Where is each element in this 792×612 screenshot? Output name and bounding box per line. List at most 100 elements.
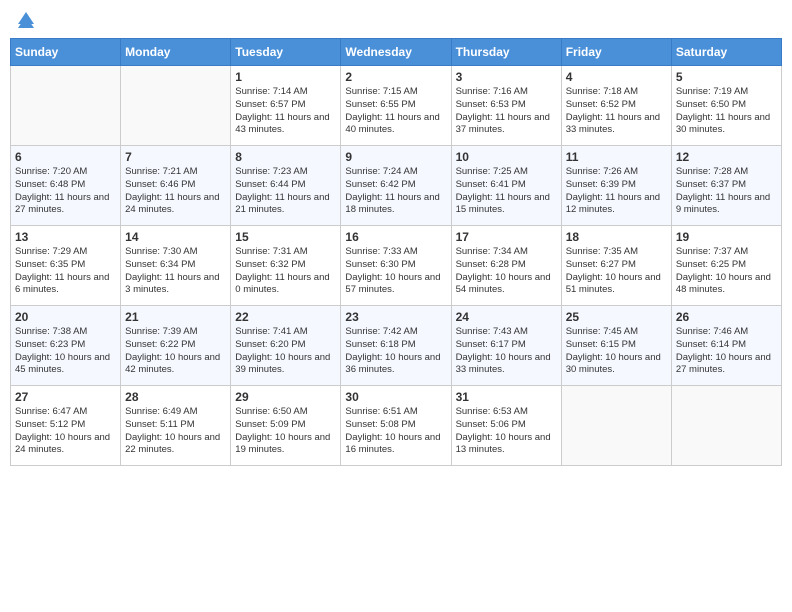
cell-sun-info: Sunrise: 7:21 AM Sunset: 6:46 PM Dayligh…: [125, 166, 226, 217]
cell-date-number: 18: [566, 230, 667, 244]
cell-date-number: 15: [235, 230, 336, 244]
cell-date-number: 1: [235, 70, 336, 84]
cell-date-number: 13: [15, 230, 116, 244]
cell-sun-info: Sunrise: 7:18 AM Sunset: 6:52 PM Dayligh…: [566, 86, 667, 137]
calendar-cell: 8Sunrise: 7:23 AM Sunset: 6:44 PM Daylig…: [231, 146, 341, 226]
cell-sun-info: Sunrise: 6:50 AM Sunset: 5:09 PM Dayligh…: [235, 406, 336, 457]
cell-sun-info: Sunrise: 7:43 AM Sunset: 6:17 PM Dayligh…: [456, 326, 557, 377]
calendar-cell: 10 Sunrise: 7:25 AM Sunset: 6:41 PM Dayli…: [451, 146, 561, 226]
calendar-cell: 19 Sunrise: 7:37 AM Sunset: 6:25 PM Dayli…: [671, 226, 781, 306]
calendar-cell: 1 Sunrise: 7:14 AM Sunset: 6:57 PM Daylig…: [231, 66, 341, 146]
calendar-cell: [561, 386, 671, 466]
calendar-cell: 9Sunrise: 7:24 AM Sunset: 6:42 PM Daylig…: [341, 146, 451, 226]
cell-date-number: 5: [676, 70, 777, 84]
week-row-4: 20 Sunrise: 7:38 AM Sunset: 6:23 PM Dayli…: [11, 306, 782, 386]
cell-date-number: 21: [125, 310, 226, 324]
cell-sun-info: Sunrise: 7:33 AM Sunset: 6:30 PM Dayligh…: [345, 246, 446, 297]
cell-date-number: 9: [345, 150, 446, 164]
day-header-wednesday: Wednesday: [341, 39, 451, 66]
cell-sun-info: Sunrise: 7:45 AM Sunset: 6:15 PM Dayligh…: [566, 326, 667, 377]
calendar-cell: 5 Sunrise: 7:19 AM Sunset: 6:50 PM Daylig…: [671, 66, 781, 146]
cell-date-number: 6: [15, 150, 116, 164]
cell-sun-info: Sunrise: 6:47 AM Sunset: 5:12 PM Dayligh…: [15, 406, 116, 457]
week-row-3: 13 Sunrise: 7:29 AM Sunset: 6:35 PM Dayli…: [11, 226, 782, 306]
cell-sun-info: Sunrise: 7:29 AM Sunset: 6:35 PM Dayligh…: [15, 246, 116, 297]
calendar-cell: 21 Sunrise: 7:39 AM Sunset: 6:22 PM Dayli…: [121, 306, 231, 386]
cell-date-number: 4: [566, 70, 667, 84]
cell-date-number: 25: [566, 310, 667, 324]
cell-sun-info: Sunrise: 7:35 AM Sunset: 6:27 PM Dayligh…: [566, 246, 667, 297]
page-header: [10, 10, 782, 30]
calendar-cell: 12 Sunrise: 7:28 AM Sunset: 6:37 PM Dayli…: [671, 146, 781, 226]
week-row-2: 6Sunrise: 7:20 AM Sunset: 6:48 PM Daylig…: [11, 146, 782, 226]
calendar-table: SundayMondayTuesdayWednesdayThursdayFrid…: [10, 38, 782, 466]
cell-date-number: 19: [676, 230, 777, 244]
cell-sun-info: Sunrise: 7:28 AM Sunset: 6:37 PM Dayligh…: [676, 166, 777, 217]
cell-sun-info: Sunrise: 7:15 AM Sunset: 6:55 PM Dayligh…: [345, 86, 446, 137]
calendar-cell: 7 Sunrise: 7:21 AM Sunset: 6:46 PM Daylig…: [121, 146, 231, 226]
logo: [14, 10, 36, 30]
cell-date-number: 2: [345, 70, 446, 84]
calendar-cell: 30 Sunrise: 6:51 AM Sunset: 5:08 PM Dayli…: [341, 386, 451, 466]
calendar-header: SundayMondayTuesdayWednesdayThursdayFrid…: [11, 39, 782, 66]
cell-date-number: 30: [345, 390, 446, 404]
calendar-cell: 25 Sunrise: 7:45 AM Sunset: 6:15 PM Dayli…: [561, 306, 671, 386]
cell-date-number: 11: [566, 150, 667, 164]
cell-sun-info: Sunrise: 7:31 AM Sunset: 6:32 PM Dayligh…: [235, 246, 336, 297]
calendar-cell: 3 Sunrise: 7:16 AM Sunset: 6:53 PM Daylig…: [451, 66, 561, 146]
cell-sun-info: Sunrise: 7:37 AM Sunset: 6:25 PM Dayligh…: [676, 246, 777, 297]
calendar-cell: 20 Sunrise: 7:38 AM Sunset: 6:23 PM Dayli…: [11, 306, 121, 386]
calendar-cell: 6Sunrise: 7:20 AM Sunset: 6:48 PM Daylig…: [11, 146, 121, 226]
logo-icon: [16, 10, 36, 30]
calendar-cell: [121, 66, 231, 146]
cell-date-number: 12: [676, 150, 777, 164]
cell-sun-info: Sunrise: 6:53 AM Sunset: 5:06 PM Dayligh…: [456, 406, 557, 457]
calendar-cell: 16 Sunrise: 7:33 AM Sunset: 6:30 PM Dayli…: [341, 226, 451, 306]
cell-date-number: 26: [676, 310, 777, 324]
day-header-tuesday: Tuesday: [231, 39, 341, 66]
cell-sun-info: Sunrise: 7:30 AM Sunset: 6:34 PM Dayligh…: [125, 246, 226, 297]
cell-date-number: 16: [345, 230, 446, 244]
day-header-sunday: Sunday: [11, 39, 121, 66]
cell-sun-info: Sunrise: 6:49 AM Sunset: 5:11 PM Dayligh…: [125, 406, 226, 457]
day-header-friday: Friday: [561, 39, 671, 66]
calendar-cell: 29Sunrise: 6:50 AM Sunset: 5:09 PM Dayli…: [231, 386, 341, 466]
cell-sun-info: Sunrise: 7:25 AM Sunset: 6:41 PM Dayligh…: [456, 166, 557, 217]
calendar-cell: 24 Sunrise: 7:43 AM Sunset: 6:17 PM Dayli…: [451, 306, 561, 386]
cell-date-number: 14: [125, 230, 226, 244]
calendar-cell: 13 Sunrise: 7:29 AM Sunset: 6:35 PM Dayli…: [11, 226, 121, 306]
cell-sun-info: Sunrise: 7:46 AM Sunset: 6:14 PM Dayligh…: [676, 326, 777, 377]
cell-sun-info: Sunrise: 7:39 AM Sunset: 6:22 PM Dayligh…: [125, 326, 226, 377]
cell-date-number: 27: [15, 390, 116, 404]
calendar-cell: 22 Sunrise: 7:41 AM Sunset: 6:20 PM Dayli…: [231, 306, 341, 386]
cell-sun-info: Sunrise: 7:23 AM Sunset: 6:44 PM Dayligh…: [235, 166, 336, 217]
header-row: SundayMondayTuesdayWednesdayThursdayFrid…: [11, 39, 782, 66]
calendar-cell: 26 Sunrise: 7:46 AM Sunset: 6:14 PM Dayli…: [671, 306, 781, 386]
calendar-cell: 2 Sunrise: 7:15 AM Sunset: 6:55 PM Daylig…: [341, 66, 451, 146]
day-header-thursday: Thursday: [451, 39, 561, 66]
cell-date-number: 22: [235, 310, 336, 324]
calendar-cell: 4 Sunrise: 7:18 AM Sunset: 6:52 PM Daylig…: [561, 66, 671, 146]
cell-sun-info: Sunrise: 7:26 AM Sunset: 6:39 PM Dayligh…: [566, 166, 667, 217]
cell-date-number: 17: [456, 230, 557, 244]
cell-sun-info: Sunrise: 7:14 AM Sunset: 6:57 PM Dayligh…: [235, 86, 336, 137]
cell-date-number: 31: [456, 390, 557, 404]
cell-sun-info: Sunrise: 7:42 AM Sunset: 6:18 PM Dayligh…: [345, 326, 446, 377]
cell-sun-info: Sunrise: 6:51 AM Sunset: 5:08 PM Dayligh…: [345, 406, 446, 457]
cell-sun-info: Sunrise: 7:19 AM Sunset: 6:50 PM Dayligh…: [676, 86, 777, 137]
cell-date-number: 7: [125, 150, 226, 164]
cell-date-number: 3: [456, 70, 557, 84]
calendar-cell: [11, 66, 121, 146]
cell-sun-info: Sunrise: 7:41 AM Sunset: 6:20 PM Dayligh…: [235, 326, 336, 377]
cell-date-number: 10: [456, 150, 557, 164]
cell-sun-info: Sunrise: 7:38 AM Sunset: 6:23 PM Dayligh…: [15, 326, 116, 377]
cell-sun-info: Sunrise: 7:16 AM Sunset: 6:53 PM Dayligh…: [456, 86, 557, 137]
cell-date-number: 20: [15, 310, 116, 324]
cell-date-number: 24: [456, 310, 557, 324]
calendar-body: 1 Sunrise: 7:14 AM Sunset: 6:57 PM Daylig…: [11, 66, 782, 466]
calendar-cell: [671, 386, 781, 466]
calendar-cell: 31 Sunrise: 6:53 AM Sunset: 5:06 PM Dayli…: [451, 386, 561, 466]
calendar-cell: 14 Sunrise: 7:30 AM Sunset: 6:34 PM Dayli…: [121, 226, 231, 306]
calendar-cell: 15 Sunrise: 7:31 AM Sunset: 6:32 PM Dayli…: [231, 226, 341, 306]
cell-date-number: 28: [125, 390, 226, 404]
